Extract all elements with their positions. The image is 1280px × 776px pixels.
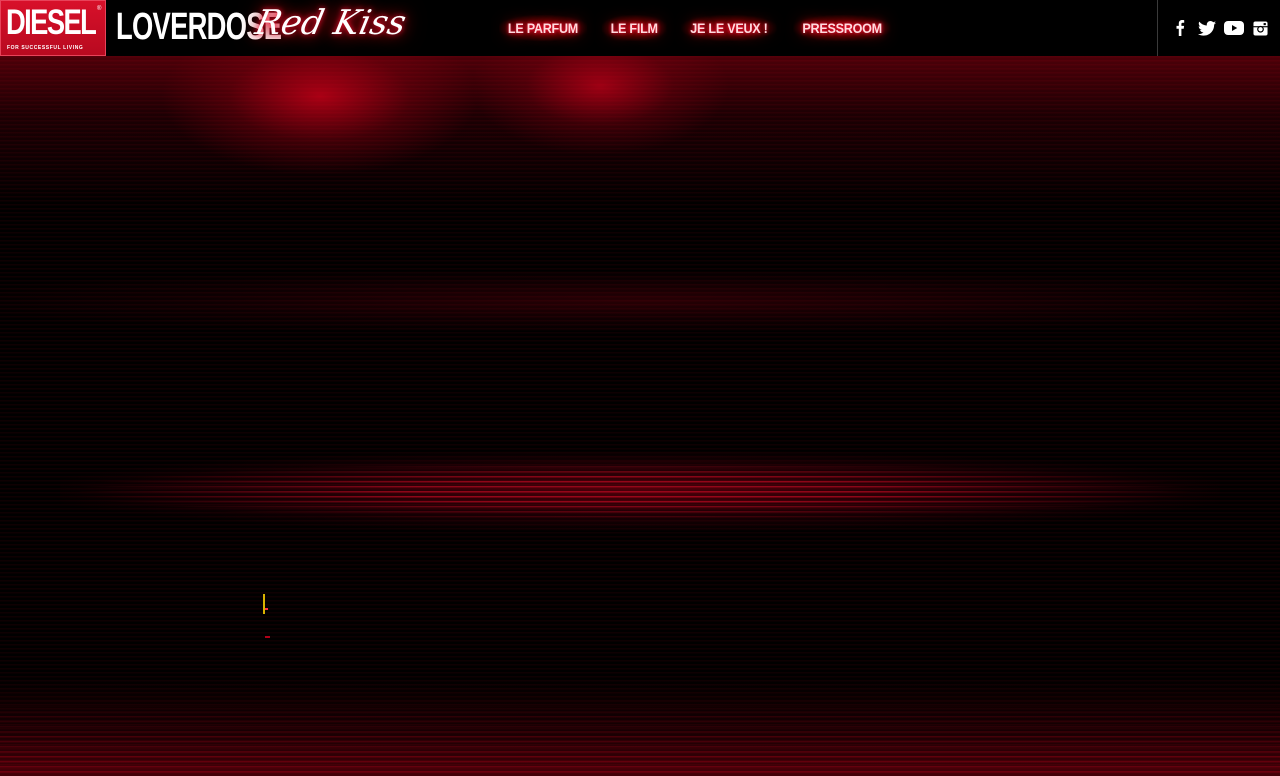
page: DIESEL ® FOR SUCCESSFUL LIVING LOVERDOSE… — [0, 0, 1280, 776]
facebook-icon[interactable] — [1169, 17, 1191, 39]
social-links — [1157, 0, 1280, 56]
diesel-logo[interactable]: DIESEL ® FOR SUCCESSFUL LIVING — [0, 0, 106, 56]
registered-mark: ® — [97, 6, 102, 12]
header: DIESEL ® FOR SUCCESSFUL LIVING LOVERDOSE… — [0, 0, 1280, 56]
nav-je-le-veux[interactable]: JE LE VEUX ! — [681, 15, 777, 41]
twitter-icon[interactable] — [1196, 17, 1218, 39]
nav-le-parfum[interactable]: LE PARFUM — [498, 15, 588, 41]
loading-indicator-icon — [263, 594, 270, 638]
diesel-tagline: FOR SUCCESSFUL LIVING — [7, 45, 84, 51]
nav-pressroom[interactable]: PRESSROOM — [793, 15, 892, 41]
scanlines-overlay — [0, 56, 1280, 776]
edition-logo: Red Kiss — [251, 3, 410, 43]
instagram-icon[interactable] — [1250, 17, 1272, 39]
hero-stage — [0, 56, 1280, 776]
nav-le-film[interactable]: LE FILM — [601, 15, 667, 41]
youtube-icon[interactable] — [1223, 17, 1245, 39]
main-nav: LE PARFUM LE FILM JE LE VEUX ! PRESSROOM — [494, 0, 902, 56]
diesel-logo-word: DIESEL — [6, 3, 97, 42]
